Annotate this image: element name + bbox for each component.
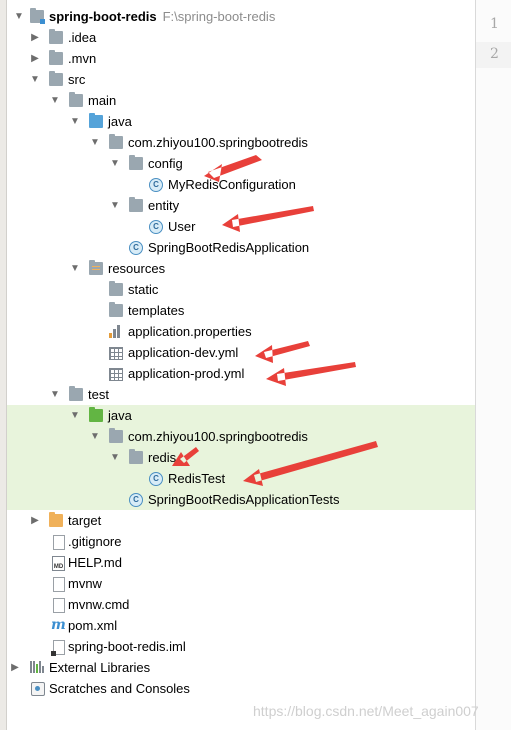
annotation-arrow (243, 441, 378, 486)
annotation-arrow (255, 341, 310, 363)
annotation-arrow (222, 206, 314, 232)
watermark-text: https://blog.csdn.net/Meet_again007 (253, 703, 479, 719)
annotation-arrows (172, 155, 378, 486)
annotation-arrow (172, 447, 199, 466)
annotation-arrow (204, 155, 262, 182)
annotation-arrow (266, 362, 356, 386)
